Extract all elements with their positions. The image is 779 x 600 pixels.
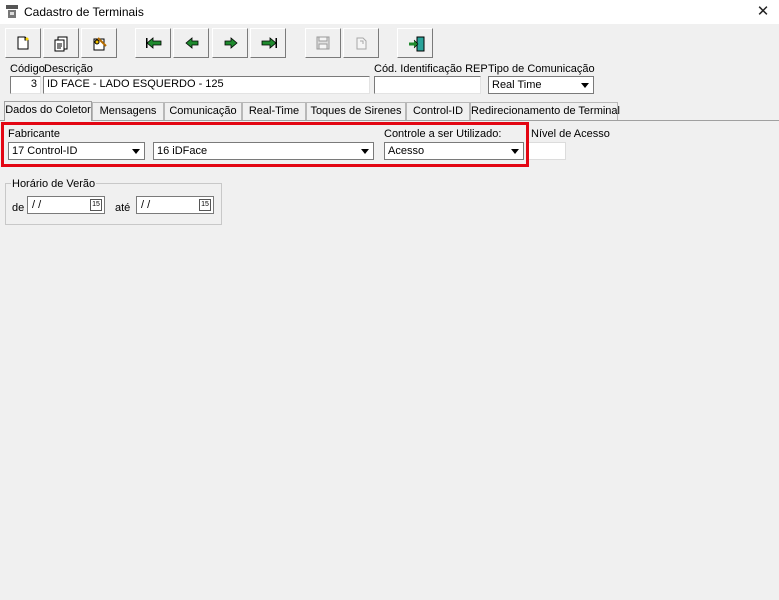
first-button[interactable] xyxy=(135,28,171,58)
new-document-icon xyxy=(17,36,29,50)
de-date-value: / / xyxy=(32,199,42,211)
tipo-comunicacao-select[interactable]: Real Time xyxy=(488,76,594,94)
tab-real-time[interactable]: Real-Time xyxy=(242,102,306,120)
descricao-field[interactable]: ID FACE - LADO ESQUERDO - 125 xyxy=(43,76,370,94)
horario-verao-label: Horário de Verão xyxy=(11,178,97,190)
close-button[interactable]: ✕ xyxy=(750,2,776,22)
exit-button[interactable] xyxy=(397,28,433,58)
calendar-icon[interactable]: 15 xyxy=(90,199,102,211)
tab-mensagens[interactable]: Mensagens xyxy=(92,102,164,120)
ate-label: até xyxy=(115,202,131,214)
tools-icon xyxy=(93,37,107,51)
nivel-acesso-field[interactable] xyxy=(528,142,566,160)
codigo-label: Código xyxy=(10,63,45,75)
exit-door-icon xyxy=(409,36,425,52)
tab-comunicacao[interactable]: Comunicação xyxy=(164,102,242,120)
window-title: Cadastro de Terminais xyxy=(24,5,144,19)
last-button[interactable] xyxy=(250,28,286,58)
edit-button[interactable] xyxy=(43,28,79,58)
red-highlight-box xyxy=(1,122,529,167)
nivel-acesso-label: Nível de Acesso xyxy=(531,128,610,140)
ate-date-value: / / xyxy=(141,199,151,211)
de-date-field[interactable]: / / 15 xyxy=(27,196,105,214)
ate-date-field[interactable]: / / 15 xyxy=(136,196,214,214)
cancel-button[interactable] xyxy=(343,28,379,58)
edit-document-icon xyxy=(54,36,68,52)
descricao-label: Descrição xyxy=(44,63,93,75)
last-arrow-icon xyxy=(261,37,277,49)
prev-arrow-icon xyxy=(185,37,199,49)
app-icon xyxy=(6,5,18,18)
next-arrow-icon xyxy=(224,37,238,49)
new-button[interactable] xyxy=(5,28,41,58)
cod-rep-label: Cód. Identificação REP xyxy=(374,63,488,75)
de-label: de xyxy=(12,202,25,214)
tools-button[interactable] xyxy=(81,28,117,58)
chevron-down-icon[interactable] xyxy=(578,78,592,92)
prev-button[interactable] xyxy=(173,28,209,58)
save-button[interactable] xyxy=(305,28,341,58)
undo-icon xyxy=(356,37,367,50)
first-arrow-icon xyxy=(146,37,162,49)
next-button[interactable] xyxy=(212,28,248,58)
save-icon xyxy=(316,36,330,50)
tab-redirecionamento[interactable]: Redirecionamento de Terminal xyxy=(470,102,620,120)
cod-rep-field[interactable] xyxy=(374,76,481,94)
calendar-icon[interactable]: 15 xyxy=(199,199,211,211)
tab-dados-do-coletor[interactable]: Dados do Coletor xyxy=(4,101,92,121)
tab-control-id[interactable]: Control-ID xyxy=(406,102,470,120)
tipo-comunicacao-label: Tipo de Comunicação xyxy=(488,63,595,75)
tab-toques-de-sirenes[interactable]: Toques de Sirenes xyxy=(306,102,406,120)
codigo-field[interactable]: 3 xyxy=(10,76,41,94)
tipo-comunicacao-value: Real Time xyxy=(492,79,542,91)
